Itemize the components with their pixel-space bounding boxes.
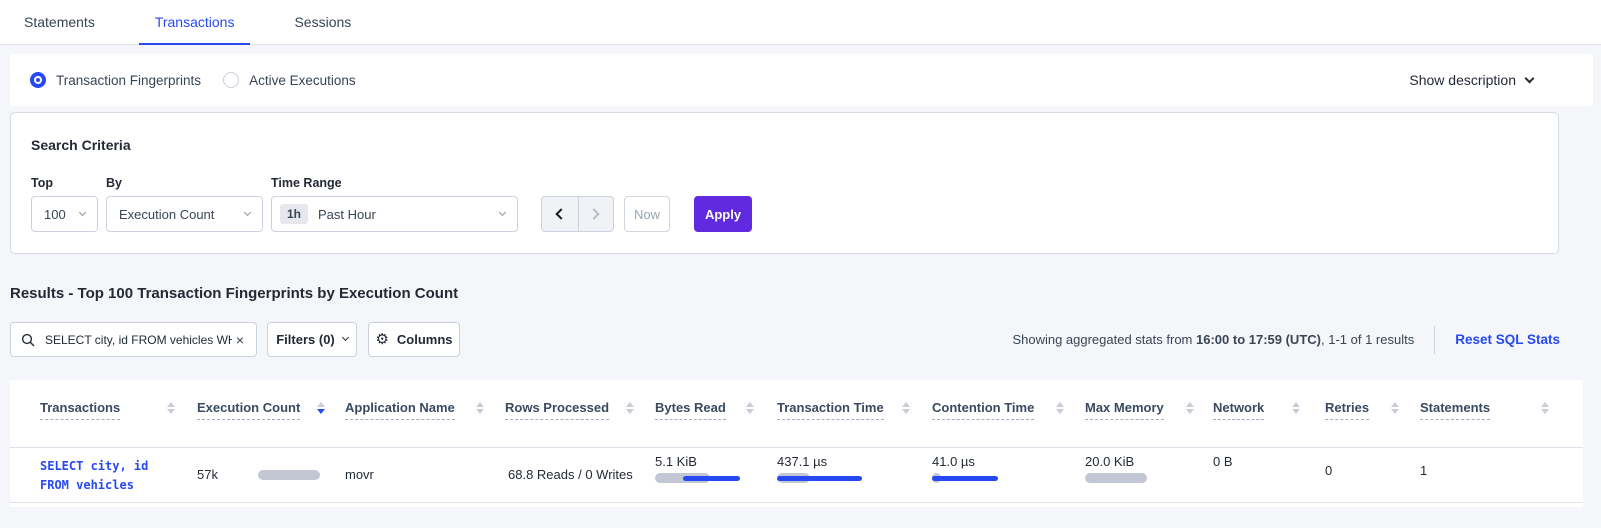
sort-icon[interactable] bbox=[1292, 402, 1300, 414]
sort-icon[interactable] bbox=[1541, 402, 1549, 414]
time-range-badge: 1h bbox=[280, 204, 308, 224]
bytes-read-bar bbox=[655, 473, 755, 483]
statements-value: 1 bbox=[1420, 463, 1427, 478]
application-name-value: movr bbox=[345, 467, 374, 482]
page-tabbar: Statements Transactions Sessions bbox=[0, 0, 1601, 45]
transaction-fingerprint-link[interactable]: SELECT city, id FROM vehicles bbox=[40, 457, 170, 495]
sort-icon[interactable] bbox=[476, 402, 484, 414]
execution-count-value: 57k bbox=[197, 467, 218, 482]
radio-label: Active Executions bbox=[249, 73, 356, 88]
results-heading: Results - Top 100 Transaction Fingerprin… bbox=[10, 285, 458, 302]
max-memory-bar bbox=[1085, 473, 1185, 483]
time-range-value: Past Hour bbox=[318, 207, 376, 222]
reset-sql-stats-link[interactable]: Reset SQL Stats bbox=[1455, 332, 1560, 347]
column-header-transaction-time[interactable]: Transaction Time bbox=[777, 400, 910, 420]
vertical-divider bbox=[1434, 326, 1435, 354]
sort-icon[interactable] bbox=[167, 402, 175, 414]
max-memory-value: 20.0 KiB bbox=[1085, 454, 1134, 469]
by-select-value: Execution Count bbox=[119, 207, 214, 222]
tab-transactions[interactable]: Transactions bbox=[139, 0, 251, 45]
time-range-next-button[interactable] bbox=[578, 197, 614, 231]
sort-icon[interactable] bbox=[1186, 402, 1194, 414]
bytes-read-value: 5.1 KiB bbox=[655, 454, 697, 469]
column-header-transactions[interactable]: Transactions bbox=[40, 400, 175, 420]
transactions-table: Transactions Execution Count Application… bbox=[10, 380, 1583, 507]
by-select[interactable]: Execution Count bbox=[106, 196, 263, 232]
gear-icon: ⚙ bbox=[375, 332, 388, 347]
sort-icon[interactable] bbox=[1056, 402, 1064, 414]
column-header-network[interactable]: Network bbox=[1213, 400, 1300, 420]
sql-search-input[interactable] bbox=[43, 332, 234, 348]
columns-button[interactable]: ⚙ Columns bbox=[368, 322, 460, 357]
time-range-pager bbox=[541, 196, 614, 232]
sort-icon[interactable] bbox=[1391, 402, 1399, 414]
time-range-select[interactable]: 1h Past Hour bbox=[271, 196, 518, 232]
column-header-rows-processed[interactable]: Rows Processed bbox=[505, 400, 634, 420]
search-icon bbox=[21, 333, 35, 347]
apply-button[interactable]: Apply bbox=[694, 196, 752, 232]
column-header-max-memory[interactable]: Max Memory bbox=[1085, 400, 1194, 420]
stats-suffix: , 1-1 of 1 results bbox=[1321, 332, 1414, 347]
view-toggle-row: Transaction Fingerprints Active Executio… bbox=[10, 54, 1593, 106]
stats-prefix: Showing aggregated stats from bbox=[1012, 332, 1196, 347]
column-header-statements[interactable]: Statements bbox=[1420, 400, 1549, 420]
chevron-right-icon bbox=[589, 208, 600, 219]
sort-icon[interactable] bbox=[902, 402, 910, 414]
clear-search-icon[interactable]: × bbox=[234, 332, 246, 348]
column-header-contention-time[interactable]: Contention Time bbox=[932, 400, 1064, 420]
radio-transaction-fingerprints[interactable]: Transaction Fingerprints bbox=[30, 72, 201, 88]
top-select[interactable]: 100 bbox=[31, 196, 98, 232]
show-description-toggle[interactable]: Show description bbox=[1409, 72, 1533, 88]
transaction-time-bar bbox=[777, 473, 877, 483]
stats-time-range: 16:00 to 17:59 (UTC) bbox=[1196, 332, 1321, 347]
tab-sessions[interactable]: Sessions bbox=[278, 0, 367, 45]
time-range-prev-button[interactable] bbox=[542, 197, 578, 231]
network-value: 0 B bbox=[1213, 454, 1233, 469]
aggregated-stats-line: Showing aggregated stats from 16:00 to 1… bbox=[1012, 322, 1560, 357]
show-description-label: Show description bbox=[1409, 72, 1516, 88]
transaction-time-value: 437.1 µs bbox=[777, 454, 827, 469]
top-field-label: Top bbox=[31, 176, 53, 190]
column-header-retries[interactable]: Retries bbox=[1325, 400, 1399, 420]
sort-desc-icon[interactable] bbox=[317, 402, 325, 414]
sql-search-box[interactable]: × bbox=[10, 322, 257, 357]
search-criteria-card: Search Criteria Top By Time Range 100 Ex… bbox=[10, 112, 1559, 254]
chevron-down-icon bbox=[79, 208, 86, 215]
search-criteria-title: Search Criteria bbox=[31, 137, 131, 153]
now-button[interactable]: Now bbox=[624, 196, 670, 232]
chevron-down-icon bbox=[499, 208, 506, 215]
table-row: SELECT city, id FROM vehicles 57k movr 6… bbox=[10, 448, 1583, 503]
columns-label: Columns bbox=[397, 332, 453, 347]
by-field-label: By bbox=[106, 176, 122, 190]
radio-label: Transaction Fingerprints bbox=[56, 73, 201, 88]
chevron-down-icon bbox=[244, 208, 251, 215]
chevron-down-icon bbox=[342, 334, 349, 341]
column-header-execution-count[interactable]: Execution Count bbox=[197, 400, 325, 420]
chevron-down-icon bbox=[1525, 73, 1535, 83]
column-header-application-name[interactable]: Application Name bbox=[345, 400, 484, 420]
time-range-field-label: Time Range bbox=[271, 176, 342, 190]
chevron-left-icon bbox=[556, 208, 567, 219]
radio-active-executions[interactable]: Active Executions bbox=[223, 72, 356, 88]
filters-label: Filters (0) bbox=[276, 332, 335, 347]
sort-icon[interactable] bbox=[746, 402, 754, 414]
table-header-row: Transactions Execution Count Application… bbox=[10, 380, 1583, 448]
contention-time-bar bbox=[932, 473, 1032, 483]
top-select-value: 100 bbox=[44, 207, 66, 222]
sort-icon[interactable] bbox=[626, 402, 634, 414]
retries-value: 0 bbox=[1325, 463, 1332, 478]
column-header-bytes-read[interactable]: Bytes Read bbox=[655, 400, 754, 420]
execution-count-bar bbox=[258, 470, 320, 480]
tab-statements[interactable]: Statements bbox=[8, 0, 111, 45]
rows-processed-value: 68.8 Reads / 0 Writes bbox=[508, 467, 633, 482]
filters-button[interactable]: Filters (0) bbox=[267, 322, 357, 357]
radio-selected-icon[interactable] bbox=[30, 72, 46, 88]
radio-unselected-icon[interactable] bbox=[223, 72, 239, 88]
contention-time-value: 41.0 µs bbox=[932, 454, 975, 469]
